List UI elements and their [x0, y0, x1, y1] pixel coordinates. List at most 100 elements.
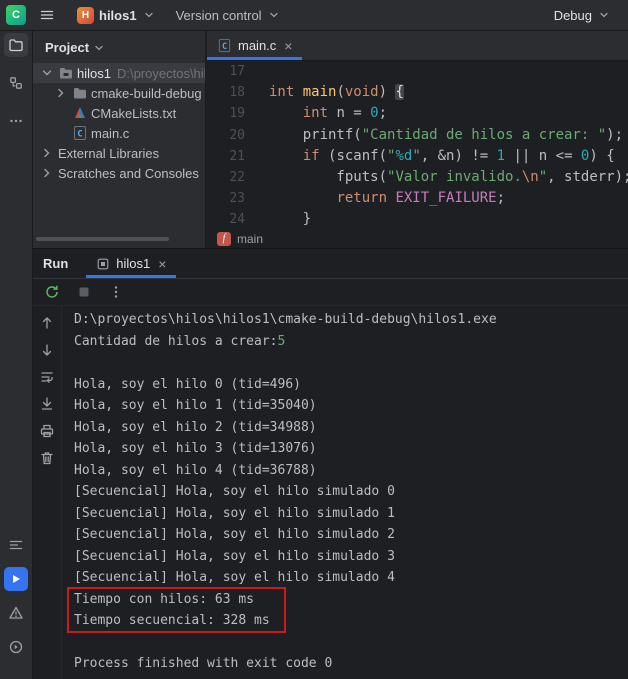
- console-line: Tiempo secuencial: 328 ms: [74, 610, 628, 632]
- rerun-button[interactable]: [43, 283, 61, 301]
- svg-text:C: C: [77, 130, 82, 140]
- editor-tab-bar: C main.c ×: [207, 31, 628, 61]
- problems-tool-button[interactable]: [4, 601, 28, 625]
- services-tool-button[interactable]: [4, 635, 28, 659]
- chevron-right-icon[interactable]: [39, 165, 55, 181]
- chevron-down-icon[interactable]: [39, 65, 55, 81]
- tree-item[interactable]: Cmain.c: [33, 123, 205, 143]
- list-tool-button[interactable]: [4, 533, 28, 557]
- print-button[interactable]: [38, 422, 56, 440]
- tree-item[interactable]: CMakeLists.txt: [33, 103, 205, 123]
- hamburger-icon: [39, 7, 55, 23]
- more-options-button[interactable]: [107, 283, 125, 301]
- tree-item-label: main.c: [91, 126, 129, 141]
- console-line: Process finished with exit code 0: [74, 653, 628, 675]
- code-line: 17: [207, 61, 628, 82]
- console-line: [Secuencial] Hola, soy el hilo simulado …: [74, 546, 628, 568]
- console-line: Hola, soy el hilo 0 (tid=496): [74, 374, 628, 396]
- clear-console-button[interactable]: [38, 449, 56, 467]
- tree-item[interactable]: External Libraries: [33, 143, 205, 163]
- more-icon: [8, 113, 24, 129]
- down-stack-trace-button[interactable]: [38, 341, 56, 359]
- project-name: hilos1: [99, 8, 137, 23]
- tab-main-c[interactable]: C main.c ×: [207, 31, 302, 60]
- kebab-menu-icon: [108, 284, 124, 300]
- more-tool-windows-button[interactable]: [4, 109, 28, 133]
- play-icon: [10, 573, 22, 585]
- application-icon: [96, 257, 110, 271]
- console-output[interactable]: D:\proyectos\hilos\hilos1\cmake-build-de…: [62, 306, 628, 679]
- horizontal-scrollbar[interactable]: [36, 237, 169, 241]
- line-number: 22: [207, 167, 245, 188]
- close-icon[interactable]: ×: [284, 39, 292, 53]
- function-icon: f: [217, 232, 231, 246]
- tree-item-label: hilos1: [77, 66, 111, 81]
- close-icon[interactable]: ×: [158, 257, 166, 271]
- c-file-icon: C: [72, 125, 88, 141]
- code-line: 18int main(void) {: [207, 82, 628, 103]
- project-panel-header[interactable]: Project: [33, 31, 205, 63]
- tree-item-label: Scratches and Consoles: [58, 166, 199, 181]
- tab-hilos1-run[interactable]: hilos1 ×: [86, 249, 176, 278]
- run-config-label: Debug: [554, 8, 592, 23]
- main-menu-button[interactable]: [34, 3, 60, 27]
- code-text: printf("Cantidad de hilos a crear: ");: [245, 125, 623, 146]
- chevron-down-icon: [597, 8, 611, 22]
- run-tool-window: Run hilos1 ×: [33, 248, 628, 679]
- console-line: Tiempo con hilos: 63 ms: [74, 589, 628, 611]
- run-tool-button[interactable]: [4, 567, 28, 591]
- chevron-down-icon: [267, 8, 281, 22]
- stop-button[interactable]: [75, 283, 93, 301]
- run-tab-bar: Run hilos1 ×: [33, 249, 628, 279]
- scroll-to-end-button[interactable]: [38, 395, 56, 413]
- up-stack-trace-button[interactable]: [38, 314, 56, 332]
- console-line: [Secuencial] Hola, soy el hilo simulado …: [74, 524, 628, 546]
- breadcrumb-item[interactable]: main: [237, 232, 263, 246]
- line-number: 20: [207, 125, 245, 146]
- c-file-icon: C: [217, 38, 232, 53]
- code-line: 19 int n = 0;: [207, 103, 628, 124]
- chevron-down-icon: [92, 41, 106, 55]
- project-panel-title: Project: [45, 40, 89, 55]
- structure-tool-button[interactable]: [4, 71, 28, 95]
- version-control-label: Version control: [176, 8, 262, 23]
- tree-indent-spacer: [53, 125, 69, 141]
- line-number: 18: [207, 82, 245, 103]
- code-area[interactable]: 1718int main(void) {19 int n = 0;20 prin…: [207, 61, 628, 229]
- project-folder-icon: [58, 65, 74, 81]
- tree-item[interactable]: cmake-build-debug: [33, 83, 205, 103]
- tree-item[interactable]: Scratches and Consoles: [33, 163, 205, 183]
- run-config-widget[interactable]: Debug: [547, 5, 618, 26]
- console-line: [Secuencial] Hola, soy el hilo simulado …: [74, 503, 628, 525]
- folder-icon: [8, 37, 24, 53]
- code-text: fputs("Valor invalido.\n", stderr);: [245, 167, 628, 188]
- console-line: [74, 352, 628, 374]
- tree-item[interactable]: hilos1D:\proyectos\hilos1: [33, 63, 205, 83]
- run-tab-label: hilos1: [116, 256, 150, 271]
- project-tree: hilos1D:\proyectos\hilos1cmake-build-deb…: [33, 63, 205, 183]
- tree-item-label: External Libraries: [58, 146, 159, 161]
- project-tool-button[interactable]: [4, 33, 28, 57]
- line-number: 17: [207, 61, 245, 82]
- soft-wrap-button[interactable]: [38, 368, 56, 386]
- rerun-icon: [44, 284, 60, 300]
- console-line: D:\proyectos\hilos\hilos1\cmake-build-de…: [74, 309, 628, 331]
- console-line: Hola, soy el hilo 3 (tid=13076): [74, 438, 628, 460]
- titlebar-right: Debug: [547, 5, 618, 26]
- line-number: 24: [207, 209, 245, 229]
- code-text: if (scanf("%d", &n) != 1 || n <= 0) {: [245, 146, 615, 167]
- run-toolbar: [33, 279, 628, 306]
- editor: C main.c × 1718int main(void) {19 int n …: [207, 31, 628, 248]
- tab-label: main.c: [238, 38, 276, 53]
- chevron-right-icon[interactable]: [39, 145, 55, 161]
- chevron-down-icon: [142, 8, 156, 22]
- arrow-down-icon: [39, 342, 55, 358]
- activity-bar: [0, 31, 33, 679]
- version-control-widget[interactable]: Version control: [169, 5, 288, 26]
- tree-indent-spacer: [53, 105, 69, 121]
- project-widget[interactable]: H hilos1: [70, 4, 163, 27]
- arrow-up-icon: [39, 315, 55, 331]
- project-panel: Project hilos1D:\proyectos\hilos1cmake-b…: [33, 31, 206, 248]
- chevron-right-icon[interactable]: [53, 85, 69, 101]
- code-line: 21 if (scanf("%d", &n) != 1 || n <= 0) {: [207, 146, 628, 167]
